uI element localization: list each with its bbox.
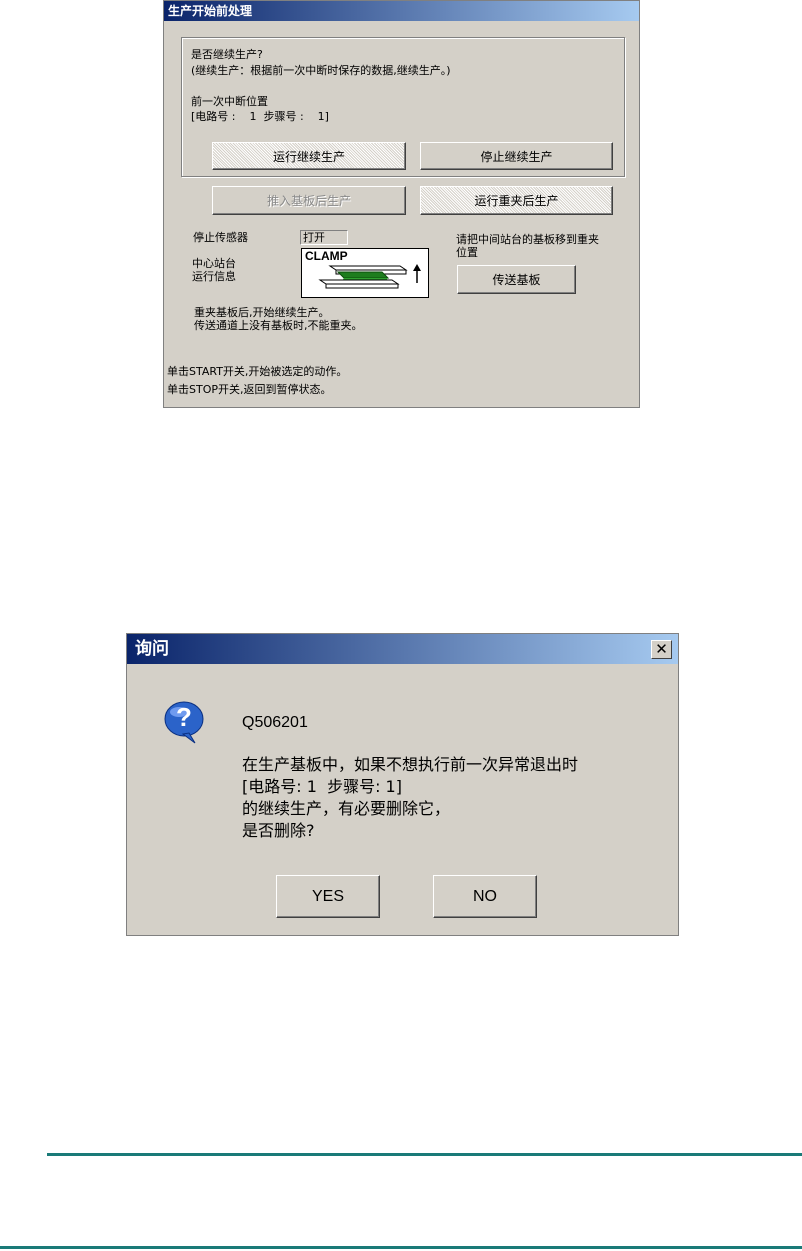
stop-continue-button[interactable]: 停止继续生产 [420, 142, 613, 170]
message-code: Q506201 [242, 714, 308, 731]
inquiry-dialog: 询问 ✕ ? Q506201 在生产基板中，如果不想执行前一次异常退出时 [电路… [126, 633, 679, 936]
yes-button[interactable]: YES [276, 875, 380, 918]
run-continue-button[interactable]: 运行继续生产 [212, 142, 406, 170]
last-position-label: 前一次中断位置 [191, 95, 268, 108]
close-icon[interactable]: ✕ [651, 640, 672, 659]
last-position-value: [电路号 : 1 步骤号 : 1] [191, 110, 329, 123]
dialog-title: 询问 [127, 634, 678, 664]
run-reclamp-button[interactable]: 运行重夹后生产 [420, 186, 613, 215]
move-board-hint: 请把中间站台的基板移到重夹 位置 [456, 233, 599, 259]
stop-sensor-label: 停止传感器 [193, 231, 248, 244]
clamp-status-panel: CLAMP [301, 248, 429, 298]
center-station-label: 中心站台 运行信息 [192, 257, 236, 283]
stop-hint: 单击STOP开关,返回到暂停状态。 [167, 383, 332, 396]
start-hint: 单击START开关,开始被选定的动作。 [167, 365, 348, 378]
dialog-title: 生产开始前处理 [164, 1, 639, 21]
page-footer-rule [0, 1246, 802, 1249]
page-divider [47, 1153, 802, 1156]
no-button[interactable]: NO [433, 875, 537, 918]
message-text: 在生产基板中，如果不想执行前一次异常退出时 [电路号: 1 步骤号: 1] 的继… [242, 755, 579, 840]
continue-explanation: (继续生产：根据前一次中断时保存的数据,继续生产。) [191, 64, 451, 77]
pre-production-dialog: 生产开始前处理 是否继续生产? (继续生产：根据前一次中断时保存的数据,继续生产… [163, 0, 640, 408]
question-icon-glyph: ? [176, 702, 192, 732]
continue-question: 是否继续生产? [191, 48, 263, 61]
clamp-board-diagram [318, 264, 421, 289]
insert-board-button[interactable]: 推入基板后生产 [212, 186, 406, 215]
reclamp-note: 重夹基板后,开始继续生产。 传送通道上没有基板时,不能重夹。 [194, 306, 363, 332]
stop-sensor-value: 打开 [300, 230, 348, 245]
question-icon: ? [163, 699, 204, 744]
transfer-board-button[interactable]: 传送基板 [457, 265, 576, 294]
